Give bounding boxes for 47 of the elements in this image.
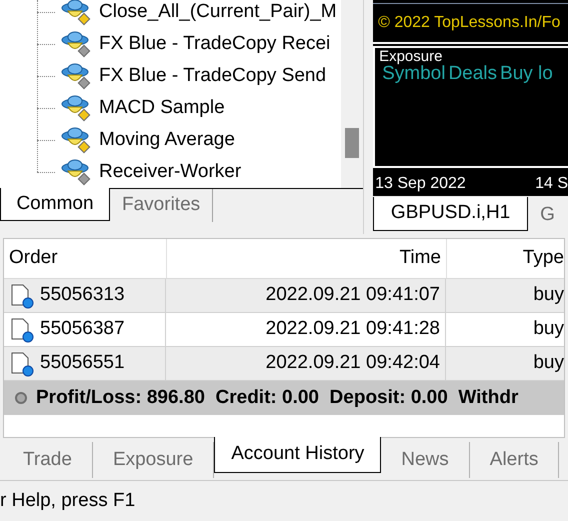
indicator-column-label: Buy lo bbox=[499, 65, 553, 83]
summary-text: Profit/Loss: 896.80 Credit: 0.00 Deposit: 0.00 Withdr bbox=[36, 386, 518, 410]
table-cell-text: 55056313 bbox=[40, 283, 125, 308]
order-icon bbox=[10, 282, 34, 308]
tab[interactable]: Trade bbox=[3, 442, 93, 478]
expert-advisor-item[interactable]: Moving Average bbox=[99, 126, 235, 154]
table-cell-text: buy bbox=[532, 317, 564, 342]
indicator-column-label: Deals bbox=[447, 65, 498, 83]
column-header[interactable]: Type bbox=[446, 239, 564, 278]
date-label: 14 S bbox=[535, 174, 568, 194]
expert-advisor-icon bbox=[61, 158, 93, 186]
order-icon bbox=[10, 350, 34, 376]
table-cell: 2022.09.21 09:41:28 bbox=[166, 313, 446, 346]
expert-advisor-icon bbox=[61, 0, 93, 26]
tab[interactable]: News bbox=[381, 442, 470, 478]
scrollbar[interactable] bbox=[341, 0, 364, 188]
expert-advisor-item[interactable]: FX Blue - TradeCopy Recei bbox=[99, 30, 330, 58]
expert-advisor-icon bbox=[61, 94, 93, 122]
tab[interactable]: Alerts bbox=[470, 442, 560, 478]
tab[interactable]: Favorites bbox=[110, 189, 214, 222]
expert-advisor-item[interactable]: FX Blue - TradeCopy Send bbox=[99, 62, 326, 90]
tab[interactable]: Common bbox=[0, 188, 110, 221]
date-label: 13 Sep 2022 bbox=[374, 174, 467, 194]
table-cell: 2022.09.21 09:41:07 bbox=[166, 279, 446, 312]
expert-advisor-icon bbox=[61, 126, 93, 154]
status-dot-icon bbox=[14, 391, 28, 405]
tab[interactable]: G bbox=[528, 198, 567, 232]
table-cell-text: buy bbox=[532, 351, 564, 376]
expert-advisor-item[interactable]: Close_All_(Current_Pair)_M bbox=[99, 0, 337, 26]
table-cell-text: buy bbox=[532, 283, 564, 308]
expert-advisor-item[interactable]: Receiver-Worker bbox=[99, 158, 242, 186]
table-cell-text: 55056551 bbox=[40, 351, 125, 376]
tab[interactable]: Account History bbox=[214, 437, 382, 473]
table-cell: 2022.09.21 09:42:04 bbox=[166, 347, 446, 380]
order-icon bbox=[10, 316, 34, 342]
expert-advisor-icon bbox=[61, 30, 93, 58]
expert-advisor-icon bbox=[61, 62, 93, 90]
tab[interactable]: GBPUSD.i,H1 bbox=[373, 197, 528, 231]
table-cell-text: 55056387 bbox=[40, 317, 125, 342]
column-header[interactable]: Order bbox=[4, 239, 166, 278]
status-text: r Help, press F1 bbox=[0, 488, 136, 513]
indicator-column-label: Symbol bbox=[382, 65, 446, 83]
scrollbar-thumb[interactable] bbox=[345, 128, 360, 158]
expert-advisor-item[interactable]: MACD Sample bbox=[99, 94, 225, 122]
copyright-text: © 2022 TopLessons.In/Fo bbox=[373, 4, 568, 44]
indicator-title: Exposure bbox=[379, 48, 444, 65]
column-header[interactable]: Time bbox=[166, 239, 446, 278]
